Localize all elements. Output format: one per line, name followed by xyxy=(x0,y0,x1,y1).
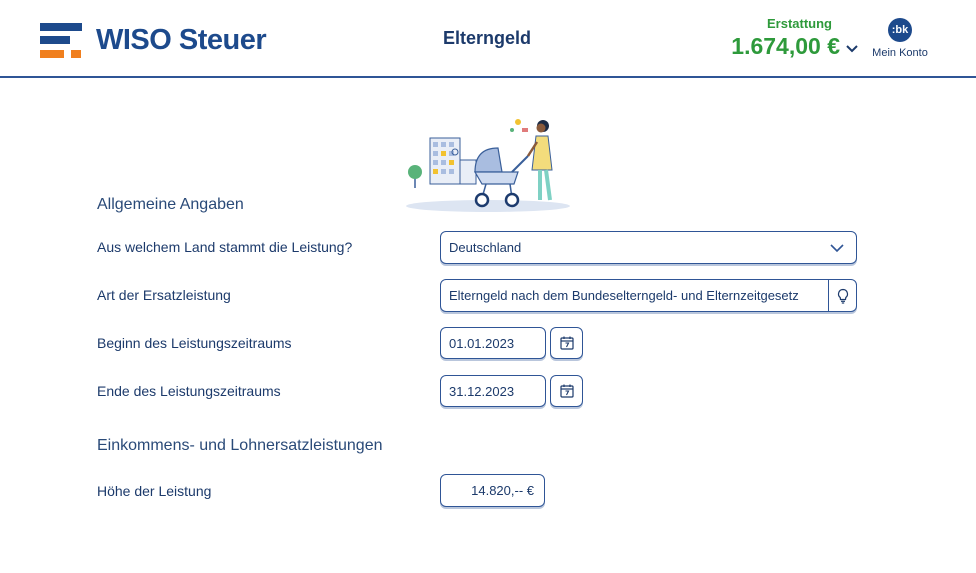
amount-value: 14.820,-- € xyxy=(471,483,534,498)
chevron-down-icon xyxy=(830,244,844,253)
section-heading-income: Einkommens- und Lohnersatzleistungen xyxy=(97,437,383,454)
wiso-logo[interactable]: WISO Steuer xyxy=(40,20,267,60)
amount-label: Höhe der Leistung xyxy=(97,483,212,499)
refund-amount: 1.674,00 € xyxy=(731,33,840,59)
section-heading-general: Allgemeine Angaben xyxy=(97,196,244,213)
avatar: :bk xyxy=(888,18,912,42)
brand-name: WISO Steuer xyxy=(96,23,267,56)
page-title: Elterngeld xyxy=(443,28,532,48)
wiso-logo-mark xyxy=(40,21,84,59)
country-select[interactable]: Deutschland xyxy=(440,231,857,264)
account-menu[interactable]: :bk Mein Konto xyxy=(864,18,936,59)
hint-button[interactable] xyxy=(828,280,856,311)
start-date-value: 01.01.2023 xyxy=(449,335,515,351)
country-value: Deutschland xyxy=(449,240,522,255)
account-label: Mein Konto xyxy=(872,47,928,59)
refund-label: Erstattung xyxy=(767,16,832,31)
lightbulb-icon xyxy=(837,288,848,304)
end-date-value: 31.12.2023 xyxy=(449,383,515,399)
parent-with-stroller-illustration xyxy=(406,119,570,212)
start-date-label: Beginn des Leistungszeitraums xyxy=(97,335,292,351)
refund-summary[interactable]: Erstattung 1.674,00 € xyxy=(700,16,840,60)
benefit-type-field[interactable]: Elterngeld nach dem Bundeselterngeld- un… xyxy=(440,279,857,312)
calendar-icon xyxy=(559,384,574,398)
end-date-label: Ende des Leistungszeitraums xyxy=(97,383,281,399)
start-date-field[interactable]: 01.01.2023 xyxy=(440,327,546,359)
app-header: WISO Steuer Elterngeld Erstattung 1.674,… xyxy=(0,0,976,78)
country-label: Aus welchem Land stammt die Leistung? xyxy=(97,239,353,255)
benefit-type-label: Art der Ersatzleistung xyxy=(97,287,231,303)
chevron-down-icon[interactable] xyxy=(845,42,859,56)
end-date-field[interactable]: 31.12.2023 xyxy=(440,375,546,407)
end-date-calendar-button[interactable] xyxy=(550,375,583,407)
calendar-icon xyxy=(559,336,574,350)
start-date-calendar-button[interactable] xyxy=(550,327,583,359)
benefit-type-value: Elterngeld nach dem Bundeselterngeld- un… xyxy=(449,288,799,303)
amount-field[interactable]: 14.820,-- € xyxy=(440,474,545,507)
